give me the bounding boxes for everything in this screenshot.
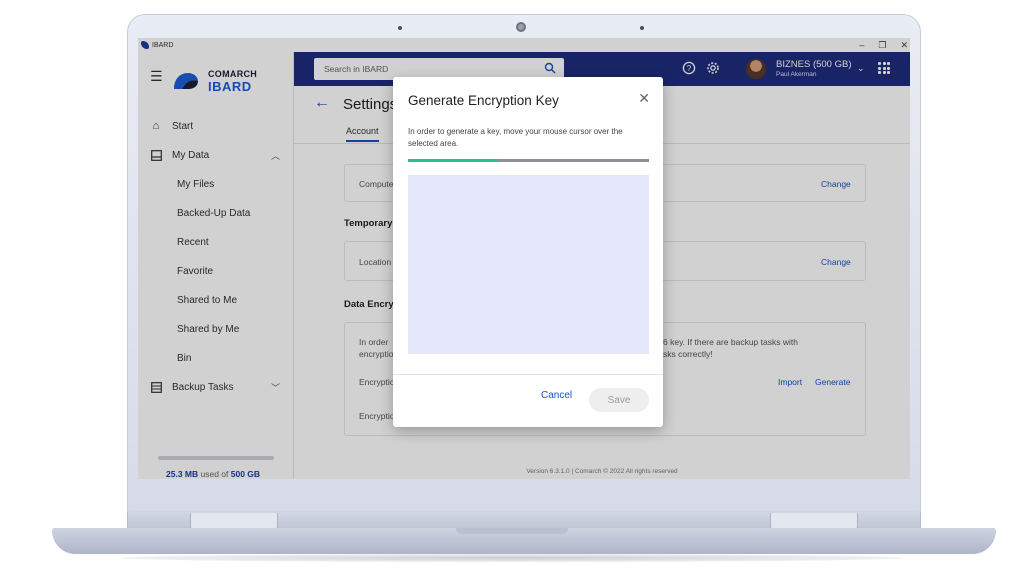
sensor-dot xyxy=(640,26,644,30)
mouse-capture-area[interactable] xyxy=(408,175,649,354)
hinge-tab xyxy=(190,513,278,529)
cancel-button[interactable]: Cancel xyxy=(541,390,572,401)
dialog-instructions: In order to generate a key, move your mo… xyxy=(408,127,623,148)
laptop-mockup: IBARD – ❐ ✕ ☰ COMARCH IBARD ⌂ Start My D… xyxy=(0,0,1024,576)
close-icon[interactable]: ✕ xyxy=(638,90,650,107)
dialog-divider xyxy=(393,374,663,375)
sensor-dot xyxy=(398,26,402,30)
laptop-notch xyxy=(456,528,568,534)
entropy-progress-bar xyxy=(408,159,649,162)
hinge-tab xyxy=(770,513,858,529)
entropy-progress-fill xyxy=(408,159,498,162)
laptop-shadow xyxy=(120,554,904,562)
dialog-title: Generate Encryption Key xyxy=(408,93,559,108)
app-screen: IBARD – ❐ ✕ ☰ COMARCH IBARD ⌂ Start My D… xyxy=(138,38,910,479)
save-button[interactable]: Save xyxy=(589,388,649,412)
generate-key-dialog: Generate Encryption Key ✕ In order to ge… xyxy=(393,77,663,427)
webcam xyxy=(516,22,526,32)
